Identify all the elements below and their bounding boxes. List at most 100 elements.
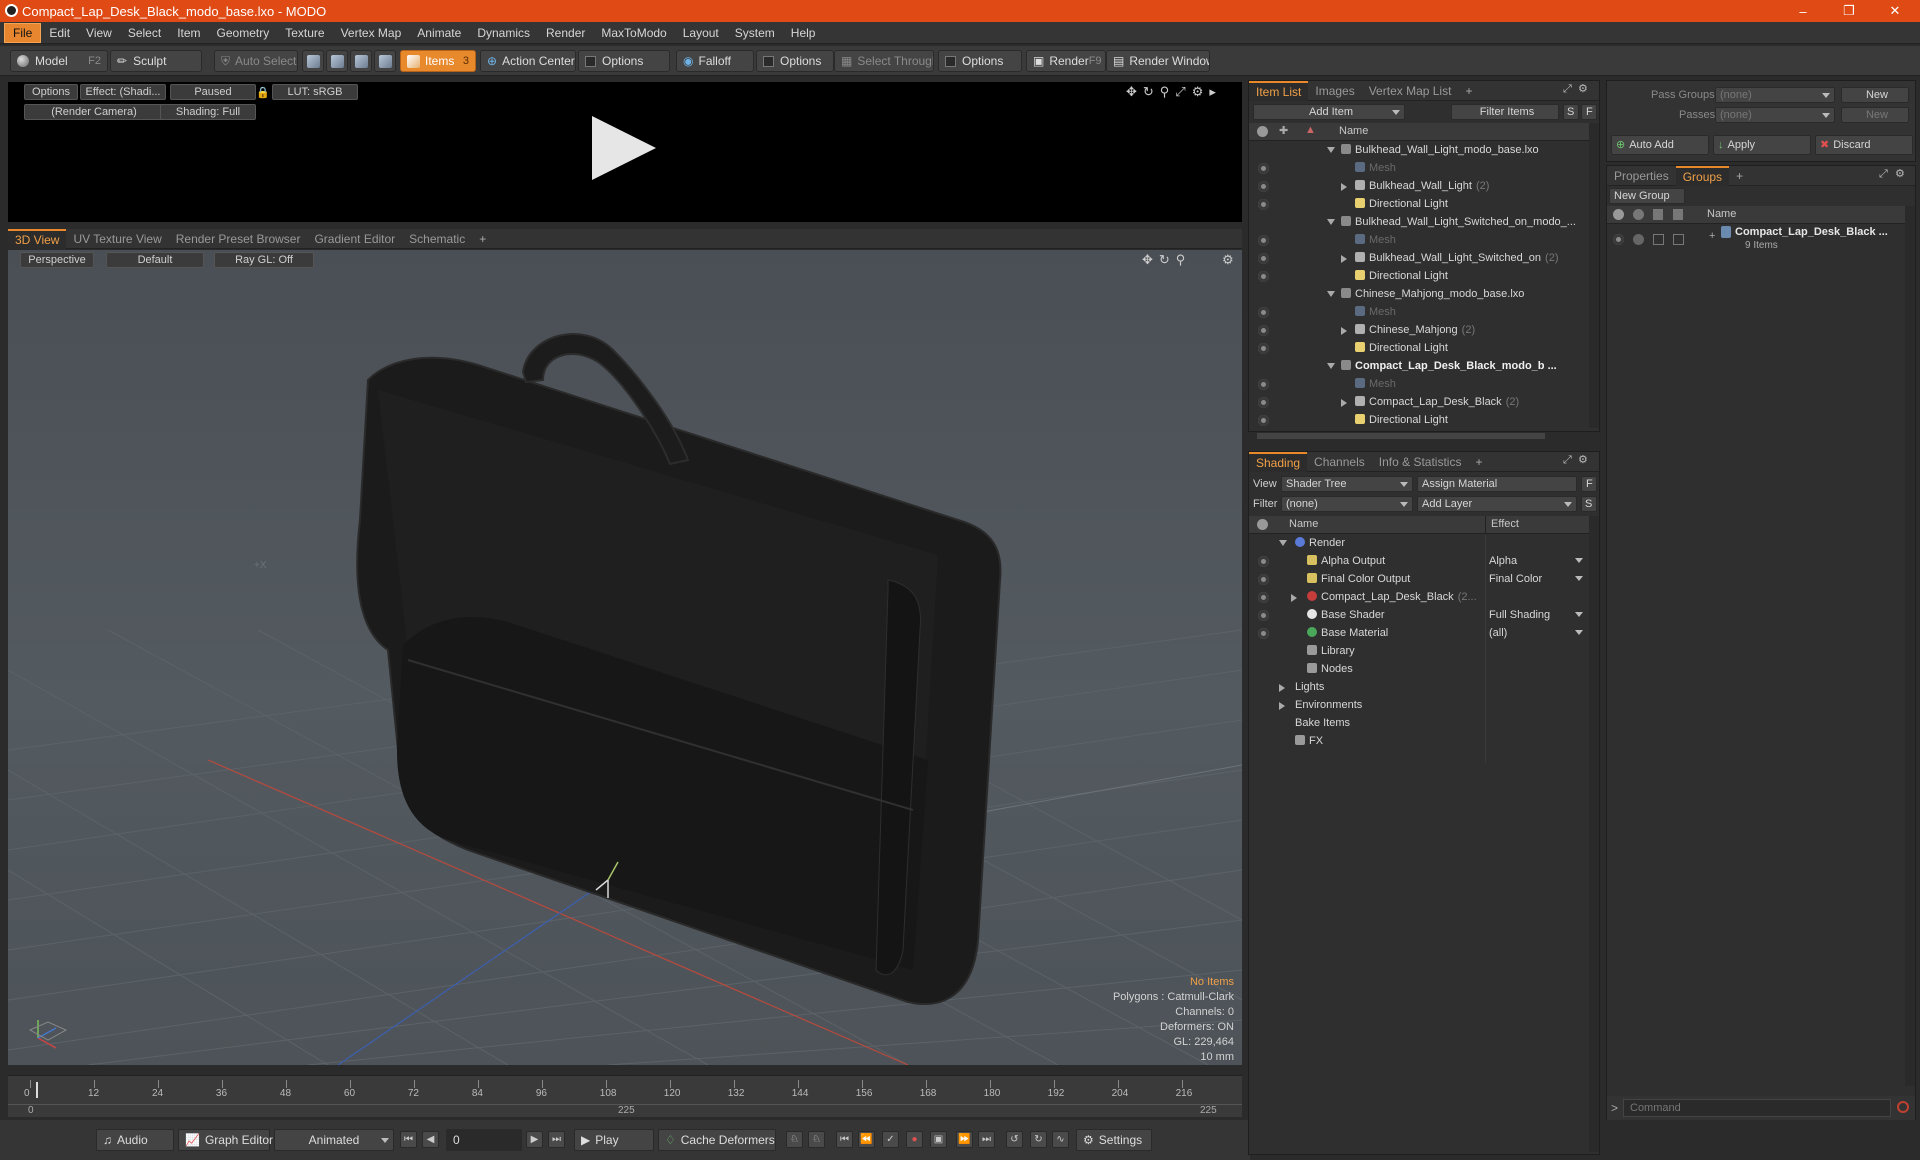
menu-select[interactable]: Select xyxy=(120,24,169,42)
graph-editor-button[interactable]: 📈 Graph Editor xyxy=(178,1129,273,1151)
menu-geometry[interactable]: Geometry xyxy=(209,24,278,42)
menu-animate[interactable]: Animate xyxy=(409,24,469,42)
perspective-dropdown[interactable]: Perspective xyxy=(20,252,94,268)
item-list-tab-item-list[interactable]: Item List xyxy=(1249,80,1309,101)
shading-tab-info-statistics[interactable]: Info & Statistics xyxy=(1372,453,1469,471)
key-icon[interactable]: ✓ xyxy=(882,1131,899,1148)
collapse-arrow-icon[interactable] xyxy=(1327,147,1335,153)
settings-button[interactable]: ⚙ Settings xyxy=(1076,1129,1152,1151)
animated-dropdown[interactable]: Animated xyxy=(274,1129,394,1151)
shader-tree-row[interactable]: Base Shader Full Shading xyxy=(1249,607,1589,625)
command-input[interactable] xyxy=(1623,1099,1891,1117)
step-forward-icon[interactable]: ⏩ xyxy=(956,1131,973,1148)
expand-plus-icon[interactable]: + xyxy=(1709,230,1715,242)
discard-button[interactable]: ✖ Discard xyxy=(1815,135,1913,155)
item-list-row[interactable]: Mesh xyxy=(1249,304,1589,322)
menu-vertex-map[interactable]: Vertex Map xyxy=(333,24,410,42)
assign-material-button[interactable]: Assign Material xyxy=(1417,476,1577,492)
effect-dropdown[interactable]: Effect: (Shadi... xyxy=(80,84,166,100)
shader-tree-row[interactable]: Compact_Lap_Desk_Black (2... xyxy=(1249,589,1589,607)
loop-icon[interactable]: ↺ xyxy=(1006,1131,1023,1148)
play-button[interactable]: ▶ Play xyxy=(574,1129,654,1151)
shader-tree-row[interactable]: Bake Items xyxy=(1249,715,1589,733)
items-mode-button[interactable]: Items 3 xyxy=(400,50,476,72)
shading-add-tab-icon[interactable]: + xyxy=(1468,453,1489,471)
key-filter-icon[interactable]: ♘ xyxy=(786,1131,803,1148)
eye-icon[interactable] xyxy=(1258,199,1269,210)
effect-dropdown[interactable]: Final Color xyxy=(1489,573,1542,585)
time-cursor[interactable] xyxy=(36,1082,38,1098)
auto-select-button[interactable]: ⛨ Auto Select xyxy=(214,50,298,72)
step-back-icon[interactable]: ⏪ xyxy=(858,1131,875,1148)
filter-f-button[interactable]: F xyxy=(1581,104,1597,120)
view-tab-render-preset-browser[interactable]: Render Preset Browser xyxy=(169,230,308,248)
eye-icon[interactable] xyxy=(1258,307,1269,318)
eye-icon[interactable] xyxy=(1258,163,1269,174)
record-icon[interactable]: ● xyxy=(906,1131,923,1148)
shader-tree-scrollbar[interactable] xyxy=(1589,516,1599,1152)
groups-add-tab-icon[interactable]: + xyxy=(1729,167,1750,185)
pass-groups-dropdown[interactable]: (none) xyxy=(1715,87,1835,103)
eye-icon[interactable] xyxy=(1258,592,1269,603)
item-list-row[interactable]: Mesh xyxy=(1249,160,1589,178)
add-item-dropdown[interactable]: Add Item xyxy=(1253,104,1405,120)
falloff-options-button[interactable]: Options xyxy=(756,50,834,72)
shader-tree-row[interactable]: FX xyxy=(1249,733,1589,751)
view-tab-3d-view[interactable]: 3D View xyxy=(8,228,67,249)
menu-texture[interactable]: Texture xyxy=(277,24,332,42)
eye-icon[interactable] xyxy=(1613,234,1624,245)
effect-dropdown[interactable]: Alpha xyxy=(1489,555,1517,567)
shader-tree-row[interactable]: Nodes xyxy=(1249,661,1589,679)
next-frame-icon[interactable]: ⏭ xyxy=(978,1131,995,1148)
expand-arrow-icon[interactable] xyxy=(1341,255,1347,263)
shader-tree-row[interactable]: Alpha Output Alpha xyxy=(1249,553,1589,571)
collapse-arrow-icon[interactable] xyxy=(1327,291,1335,297)
audio-button[interactable]: ♫ Audio xyxy=(96,1129,174,1151)
view-dropdown[interactable]: Shader Tree xyxy=(1281,476,1413,492)
expand-icon[interactable]: ⤢ xyxy=(1879,169,1890,180)
raygl-dropdown[interactable]: Ray GL: Off xyxy=(214,252,314,268)
item-list-hscrollbar[interactable] xyxy=(1257,433,1545,439)
item-list-row[interactable]: Bulkhead_Wall_Light (2) xyxy=(1249,178,1589,196)
shader-tree-row[interactable]: Render xyxy=(1249,535,1589,553)
eye-icon[interactable] xyxy=(1258,574,1269,585)
item-list-scrollbar[interactable] xyxy=(1589,123,1599,428)
effect-dropdown[interactable]: Full Shading xyxy=(1489,609,1550,621)
eye-icon[interactable] xyxy=(1258,397,1269,408)
shading-dropdown[interactable]: Shading: Full xyxy=(160,104,256,120)
restore-button[interactable]: ❐ xyxy=(1826,0,1872,22)
shader-tree-row[interactable]: Final Color Output Final Color xyxy=(1249,571,1589,589)
shading-tab-shading[interactable]: Shading xyxy=(1249,451,1308,472)
frame-input[interactable]: 0 xyxy=(446,1129,522,1151)
key-filter-icon-2[interactable]: ♘ xyxy=(808,1131,825,1148)
materials-mode-button[interactable] xyxy=(374,50,396,72)
groups-scrollbar[interactable] xyxy=(1905,206,1915,1086)
eye-icon[interactable] xyxy=(1258,181,1269,192)
item-list-tab-vertex-map-list[interactable]: Vertex Map List xyxy=(1362,82,1459,100)
menu-dynamics[interactable]: Dynamics xyxy=(469,24,538,42)
new-pass-button[interactable]: New xyxy=(1841,107,1909,123)
collapse-arrow-icon[interactable] xyxy=(1279,540,1287,546)
item-list-row[interactable]: Chinese_Mahjong (2) xyxy=(1249,322,1589,340)
menu-render[interactable]: Render xyxy=(538,24,593,42)
menu-system[interactable]: System xyxy=(727,24,783,42)
item-list-row[interactable]: Mesh xyxy=(1249,232,1589,250)
eye-icon[interactable] xyxy=(1258,415,1269,426)
menu-file[interactable]: File xyxy=(4,22,42,43)
paused-button[interactable]: Paused xyxy=(170,84,256,100)
previous-key-icon[interactable]: ◀ xyxy=(422,1131,439,1148)
timeline[interactable]: 0 12 24 36 48 60 72 84 96 108 120 132 144 156 168 180 19… xyxy=(8,1075,1242,1117)
item-list-row[interactable]: Compact_Lap_Desk_Black (2) xyxy=(1249,394,1589,412)
expand-arrow-icon[interactable] xyxy=(1341,399,1347,407)
eye-icon[interactable] xyxy=(1258,379,1269,390)
item-list-tab-images[interactable]: Images xyxy=(1308,82,1361,100)
menu-help[interactable]: Help xyxy=(783,24,824,42)
minimize-button[interactable]: – xyxy=(1780,0,1826,22)
eye-icon[interactable] xyxy=(1258,325,1269,336)
menu-maxtomodo[interactable]: MaxToModo xyxy=(593,24,674,42)
add-layer-dropdown[interactable]: Add Layer xyxy=(1417,496,1577,512)
item-list-row[interactable]: Bulkhead_Wall_Light_Switched_on (2) xyxy=(1249,250,1589,268)
select-through-options-button[interactable]: Options xyxy=(938,50,1022,72)
3d-viewport[interactable]: +X Perspective Default Ray GL: Off ✥↻⚲ ⚙… xyxy=(8,250,1242,1065)
item-list-row[interactable]: Directional Light xyxy=(1249,412,1589,427)
